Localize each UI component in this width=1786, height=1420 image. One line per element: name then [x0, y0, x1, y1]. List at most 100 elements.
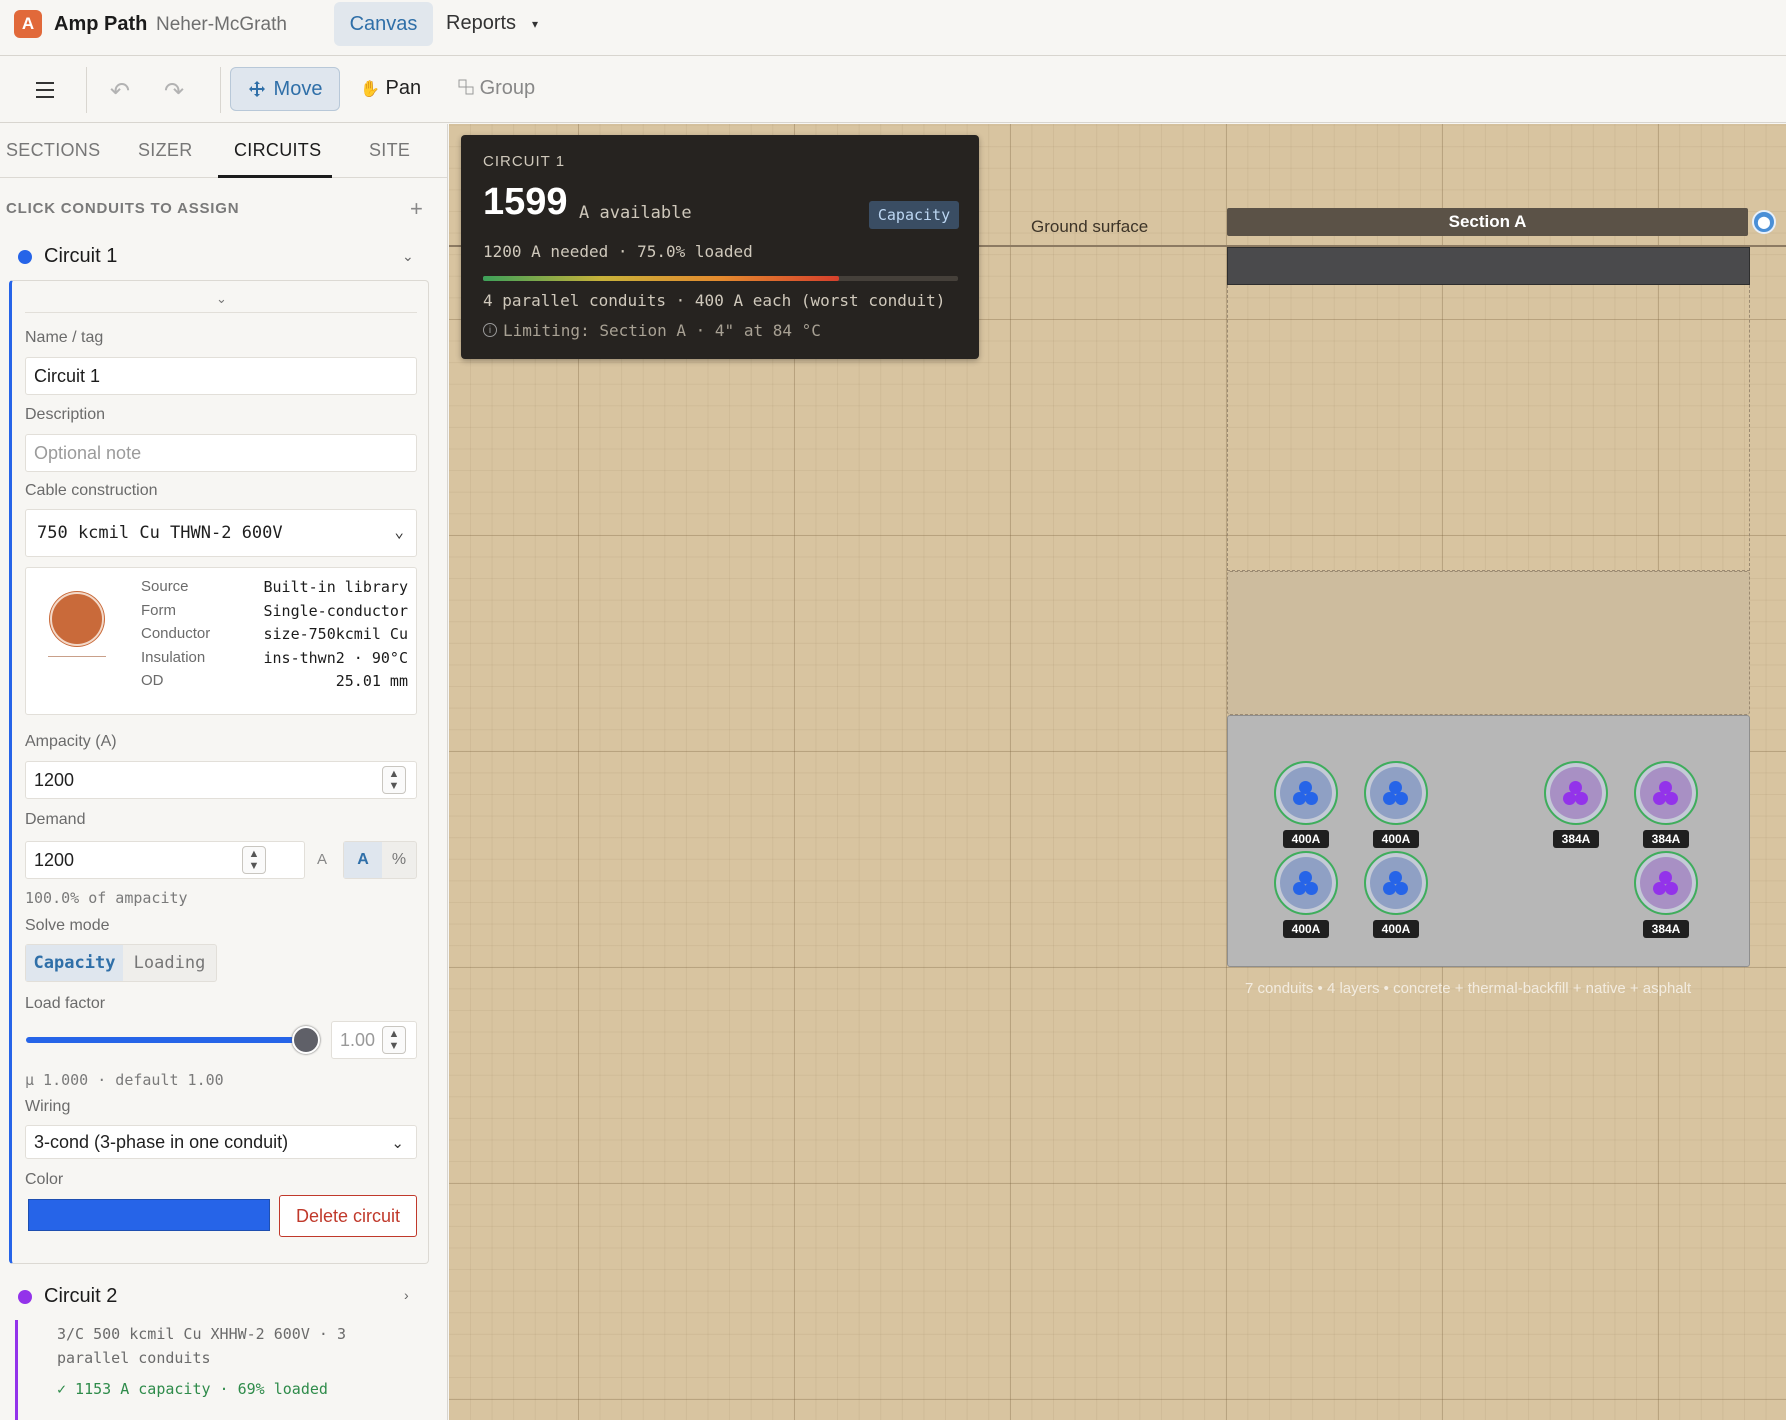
cable-cross-section-icon — [50, 592, 104, 646]
name-tag-input[interactable]: Circuit 1 — [25, 357, 417, 395]
slider-handle[interactable] — [292, 1026, 320, 1054]
cable-construction-select[interactable]: 750 kcmil Cu THWN-2 600V ⌄ — [25, 509, 417, 557]
color-label: Color — [25, 1171, 64, 1188]
delete-circuit-button[interactable]: Delete circuit — [279, 1195, 417, 1237]
cable-details-card: Source Built-in library Form Single-cond… — [25, 567, 417, 715]
ampacity-value: 1200 — [34, 770, 75, 790]
needed-line: 1200 A needed · 75.0% loaded — [483, 242, 753, 261]
solve-mode-label: Solve mode — [25, 917, 110, 934]
unit-percent-button[interactable]: % — [382, 842, 416, 878]
conduit-circuit-2[interactable] — [1544, 761, 1608, 825]
circuit-color-picker[interactable] — [28, 1199, 270, 1231]
tab-reports[interactable]: Reports — [446, 12, 516, 35]
active-tab-indicator — [218, 175, 332, 178]
conduit-ampacity-tag: 384A — [1643, 830, 1689, 848]
add-circuit-button[interactable]: + — [410, 196, 423, 222]
tab-sizer[interactable]: SIZER — [138, 140, 193, 161]
load-factor-input[interactable]: 1.00 ▲ ▼ — [331, 1021, 417, 1059]
chevron-down-icon[interactable]: ▾ — [532, 17, 538, 31]
wiring-label: Wiring — [25, 1098, 71, 1115]
load-factor-hint: μ 1.000 · default 1.00 — [25, 1071, 224, 1089]
demand-unit-toggle: A % — [343, 841, 417, 879]
layer-asphalt[interactable] — [1227, 247, 1750, 285]
undo-icon[interactable]: ↶ — [110, 77, 130, 106]
description-label: Description — [25, 406, 106, 423]
spec-value: 25.01 mm — [335, 672, 408, 690]
chevron-right-icon[interactable]: › — [404, 1287, 409, 1303]
circuit-1-editor: ⌄ Name / tag Circuit 1 Description Optio… — [9, 280, 429, 1264]
sidebar: SECTIONS SIZER CIRCUITS SITE CLICK CONDU… — [0, 124, 448, 1420]
circuit-1-header[interactable]: Circuit 1 — [44, 245, 117, 268]
move-label: Move — [273, 77, 323, 100]
ampacity-label: Ampacity (A) — [25, 733, 117, 750]
layer-concrete[interactable]: 400A 400A 400A 400A 384A 384A 384A — [1227, 715, 1750, 967]
od-dimension-line — [48, 656, 106, 657]
tab-circuits[interactable]: CIRCUITS — [234, 140, 321, 161]
section-summary: 7 conduits • 4 layers • concrete + therm… — [1245, 980, 1692, 997]
pan-label: Pan — [385, 77, 422, 99]
chevron-down-icon: ⌄ — [391, 1135, 404, 1152]
spec-key: Conductor — [141, 625, 211, 642]
project-name: Neher-McGrath — [156, 14, 287, 35]
spec-value: size-750kcmil Cu — [263, 625, 409, 643]
unit-amps-button[interactable]: A — [344, 842, 382, 878]
load-factor-label: Load factor — [25, 995, 106, 1012]
spec-key: Source — [141, 578, 189, 595]
layer-native[interactable] — [1227, 285, 1750, 571]
load-factor-value: 1.00 — [340, 1030, 376, 1050]
layer-thermal-backfill[interactable] — [1227, 571, 1750, 715]
cable-construction-label: Cable construction — [25, 482, 158, 499]
toolbar-divider — [86, 67, 87, 113]
chevron-down-icon: ⌄ — [394, 522, 404, 541]
divider — [25, 312, 417, 313]
chevron-down-icon[interactable]: ⌄ — [402, 248, 414, 265]
conduit-circuit-2[interactable] — [1634, 851, 1698, 915]
chevron-down-icon[interactable]: ⌄ — [216, 291, 227, 307]
toolbar: ↶ ↷ Move ✋ Pan Group — [0, 57, 1786, 123]
demand-label: Demand — [25, 811, 86, 828]
ampacity-stepper[interactable]: ▲ ▼ — [382, 766, 406, 794]
description-input[interactable]: Optional note — [25, 434, 417, 472]
available-unit: A available — [579, 203, 692, 223]
circuit-2-description: 3/C 500 kcmil Cu XHHW-2 600V · 3 paralle… — [57, 1325, 346, 1367]
conduit-circuit-1[interactable] — [1274, 851, 1338, 915]
conduit-circuit-1[interactable] — [1364, 851, 1428, 915]
spec-key: Form — [141, 602, 176, 619]
section-a-header[interactable]: Section A — [1227, 208, 1748, 236]
ampacity-input[interactable]: 1200 ▲ ▼ — [25, 761, 417, 799]
demand-stepper[interactable]: ▲ ▼ — [242, 846, 266, 874]
move-tool-button[interactable]: Move — [230, 67, 340, 111]
location-pin-icon[interactable]: ⬤ — [1752, 210, 1776, 234]
parallel-line: 4 parallel conduits · 400 A each (worst … — [483, 291, 946, 310]
tab-site[interactable]: SITE — [369, 140, 410, 161]
group-tool-button[interactable]: Group — [458, 77, 535, 100]
conduit-ampacity-tag: 400A — [1283, 920, 1329, 938]
demand-input[interactable]: 1200 ▲ ▼ — [25, 841, 305, 879]
app-header: A Amp Path Neher-McGrath Canvas Reports … — [0, 0, 1786, 56]
tab-sections[interactable]: SECTIONS — [6, 140, 100, 161]
spec-key: Insulation — [141, 649, 206, 666]
conduit-circuit-1[interactable] — [1274, 761, 1338, 825]
conduit-circuit-1[interactable] — [1364, 761, 1428, 825]
circuit-2-header[interactable]: Circuit 2 — [44, 1285, 117, 1308]
hand-icon: ✋ — [360, 81, 380, 98]
info-icon: i — [483, 323, 497, 337]
conduit-ampacity-tag: 400A — [1373, 830, 1419, 848]
solve-capacity-button[interactable]: Capacity — [26, 945, 123, 981]
name-tag-label: Name / tag — [25, 329, 104, 346]
hamburger-icon[interactable] — [28, 77, 62, 103]
load-factor-stepper[interactable]: ▲ ▼ — [382, 1026, 406, 1054]
redo-icon[interactable]: ↷ — [164, 77, 184, 106]
load-factor-slider[interactable] — [26, 1037, 306, 1043]
circuit-info-card: CIRCUIT 1 1599 A available Capacity 1200… — [461, 135, 979, 359]
pan-tool-button[interactable]: ✋ Pan — [360, 77, 421, 100]
solve-loading-button[interactable]: Loading — [123, 945, 216, 981]
wiring-select[interactable]: 3-cond (3-phase in one conduit) ⌄ — [25, 1125, 417, 1159]
circuit-2-status: ✓ 1153 A capacity · 69% loaded — [57, 1380, 328, 1398]
spec-value: ins-thwn2 · 90°C — [263, 649, 409, 667]
spec-key: OD — [141, 672, 164, 689]
design-canvas[interactable]: Ground surface Section A ⬤ 400A 400A 400… — [449, 124, 1786, 1420]
conduit-circuit-2[interactable] — [1634, 761, 1698, 825]
circuit-color-dot — [18, 250, 32, 264]
tab-canvas[interactable]: Canvas — [334, 2, 433, 46]
